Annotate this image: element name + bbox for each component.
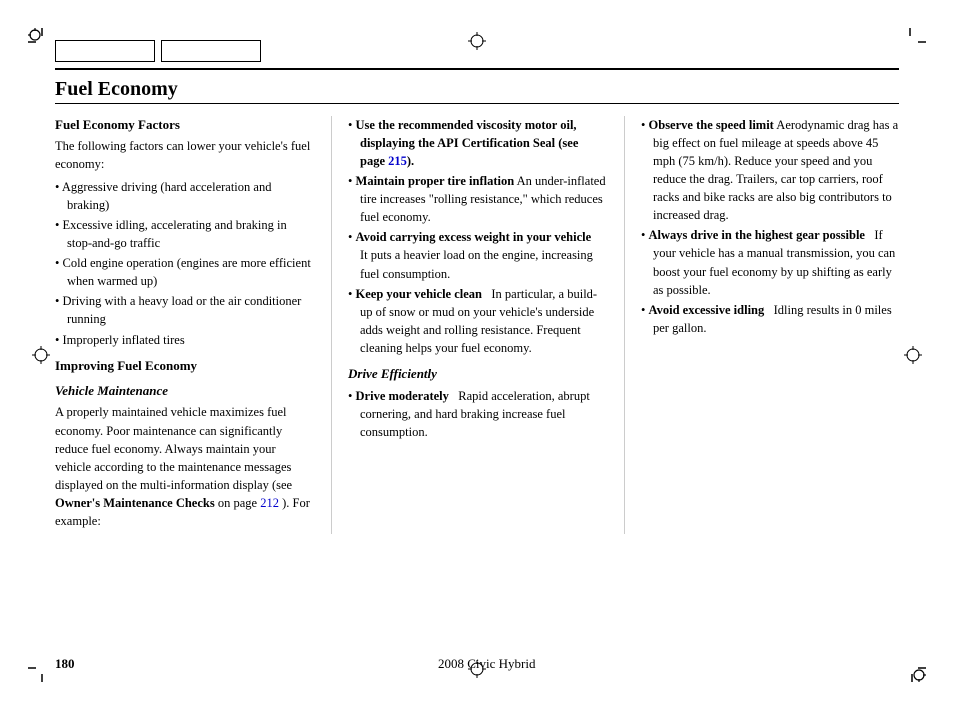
heading-drive-efficiently: Drive Efficiently [348, 365, 606, 384]
header [55, 40, 899, 62]
item-bold: Drive moderately [356, 389, 449, 403]
list-item: Aggressive driving (hard acceleration an… [55, 178, 313, 214]
footer-center-text: 2008 Civic Hybrid [438, 656, 536, 672]
list-item: Improperly inflated tires [55, 331, 313, 349]
item-bold: Observe the speed limit [649, 118, 774, 132]
column-3: Observe the speed limit Aerodynamic drag… [625, 116, 899, 535]
list-item-weight: Avoid carrying excess weight in your veh… [348, 228, 606, 282]
column-1: Fuel Economy Factors The following facto… [55, 116, 332, 535]
header-tab-1 [55, 40, 155, 62]
list-item: Driving with a heavy load or the air con… [55, 292, 313, 328]
list-item-drive-moderately: Drive moderately Rapid acceleration, abr… [348, 387, 606, 441]
list-item: Cold engine operation (engines are more … [55, 254, 313, 290]
list-item-avoid-idling: Avoid excessive idling Idling results in… [641, 301, 899, 337]
maintenance-text-2: on page [215, 496, 260, 510]
footer: 180 2008 Civic Hybrid [55, 656, 899, 672]
list-item: Excessive idling, accelerating and braki… [55, 216, 313, 252]
col2-items-list: Use the recommended viscosity motor oil,… [348, 116, 606, 358]
heading-fuel-economy-factors: Fuel Economy Factors [55, 116, 313, 135]
factors-list: Aggressive driving (hard acceleration an… [55, 178, 313, 349]
title-divider [55, 103, 899, 104]
item-bold: Avoid carrying excess weight in your veh… [356, 230, 592, 244]
intro-text: The following factors can lower your veh… [55, 137, 313, 173]
heading-improving-fuel: Improving Fuel Economy [55, 357, 313, 376]
header-tabs [55, 40, 261, 62]
item-bold: Always drive in the highest gear possibl… [649, 228, 865, 242]
list-item-tire: Maintain proper tire inflation An under-… [348, 172, 606, 226]
list-item-highest-gear: Always drive in the highest gear possibl… [641, 226, 899, 299]
maintenance-bold: Owner's Maintenance Checks [55, 496, 215, 510]
col3-items-list: Observe the speed limit Aerodynamic drag… [641, 116, 899, 338]
maintenance-link[interactable]: 212 [260, 496, 279, 510]
drive-list: Drive moderately Rapid acceleration, abr… [348, 387, 606, 441]
header-divider [55, 68, 899, 70]
page-number: 180 [55, 656, 75, 672]
header-tab-2 [161, 40, 261, 62]
page-link-215[interactable]: 215 [388, 154, 407, 168]
item-bold: Maintain proper tire inflation [356, 174, 515, 188]
heading-vehicle-maintenance: Vehicle Maintenance [55, 382, 313, 401]
item-bold: Avoid excessive idling [649, 303, 765, 317]
list-item-clean: Keep your vehicle clean In particular, a… [348, 285, 606, 358]
list-item-oil: Use the recommended viscosity motor oil,… [348, 116, 606, 170]
list-item-speed-limit: Observe the speed limit Aerodynamic drag… [641, 116, 899, 225]
main-content: Fuel Economy Factors The following facto… [55, 116, 899, 535]
item-regular: Aerodynamic drag has a big effect on fue… [653, 118, 898, 223]
item-bold: Use the recommended viscosity motor oil,… [356, 118, 579, 168]
item-bold: Keep your vehicle clean [356, 287, 482, 301]
column-2: Use the recommended viscosity motor oil,… [332, 116, 625, 535]
page: Fuel Economy Fuel Economy Factors The fo… [0, 0, 954, 710]
page-title: Fuel Economy [55, 78, 899, 101]
maintenance-paragraph: A properly maintained vehicle maximizes … [55, 403, 313, 530]
maintenance-text-1: A properly maintained vehicle maximizes … [55, 405, 292, 492]
